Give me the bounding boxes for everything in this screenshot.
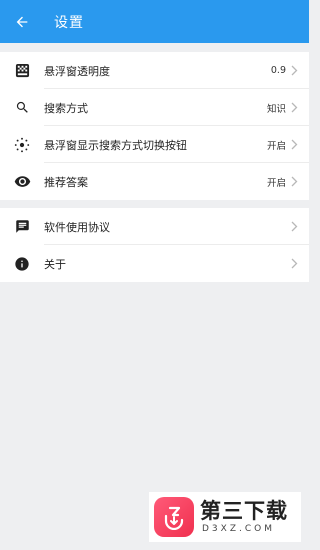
chevron-right-icon	[288, 52, 300, 89]
app-bar: 设置	[0, 0, 309, 43]
setting-agreement[interactable]: 软件使用协议	[0, 208, 309, 245]
setting-label: 关于	[44, 257, 66, 271]
setting-label: 推荐答案	[44, 175, 88, 189]
chevron-right-icon	[288, 208, 300, 245]
setting-label: 悬浮窗显示搜索方式切换按钮	[44, 138, 187, 152]
settings-group-main: 悬浮窗透明度 0.9 搜索方式 知识 悬浮窗显示搜索方式切换按钮 开启 推荐答案…	[0, 52, 309, 200]
info-icon	[0, 245, 44, 282]
setting-label: 软件使用协议	[44, 220, 110, 234]
watermark: 第三下载 D3XZ.COM	[149, 492, 301, 542]
eye-icon	[0, 163, 44, 200]
opacity-grid-icon	[0, 52, 44, 89]
chevron-right-icon	[288, 89, 300, 126]
watermark-text: 第三下载 D3XZ.COM	[200, 499, 288, 535]
setting-opacity[interactable]: 悬浮窗透明度 0.9	[0, 52, 309, 89]
search-icon	[0, 89, 44, 126]
page-title: 设置	[54, 14, 84, 31]
chevron-right-icon	[288, 163, 300, 200]
setting-label: 搜索方式	[44, 101, 88, 115]
setting-search-mode[interactable]: 搜索方式 知识	[0, 89, 309, 126]
settings-group-info: 软件使用协议 关于	[0, 208, 309, 282]
setting-recommend-answer[interactable]: 推荐答案 开启	[0, 163, 309, 200]
watermark-logo-icon	[154, 497, 194, 537]
arrow-left-icon	[16, 16, 28, 27]
setting-value: 开启	[266, 177, 286, 189]
setting-value: 开启	[266, 140, 286, 152]
dotted-circle-icon	[0, 126, 44, 163]
back-button[interactable]	[2, 0, 42, 43]
setting-about[interactable]: 关于	[0, 245, 309, 282]
chevron-right-icon	[288, 126, 300, 163]
setting-toggle-button[interactable]: 悬浮窗显示搜索方式切换按钮 开启	[0, 126, 309, 163]
setting-value: 0.9	[270, 65, 286, 76]
watermark-sub: D3XZ.COM	[202, 524, 275, 534]
message-icon	[0, 208, 44, 245]
setting-value: 知识	[266, 103, 286, 115]
watermark-main: 第三下载	[200, 499, 288, 523]
setting-label: 悬浮窗透明度	[44, 64, 110, 78]
chevron-right-icon	[288, 245, 300, 282]
